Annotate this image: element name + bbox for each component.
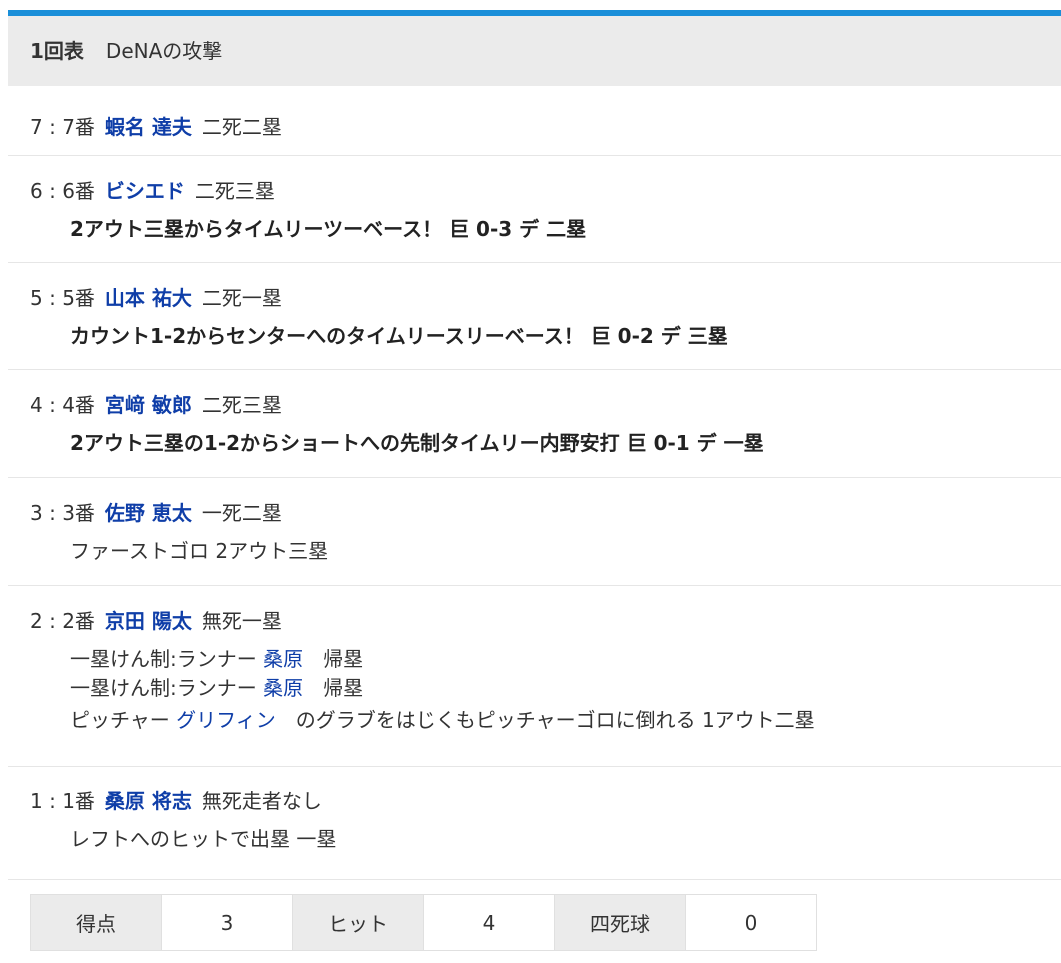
batting-order: 1番 bbox=[62, 789, 95, 813]
runner-status: 二死三塁 bbox=[201, 393, 282, 417]
pickoff-attempt: 一塁けん制:ランナー 桑原 帰塁 bbox=[30, 672, 1061, 704]
player-link[interactable]: 宮﨑 敏郎 bbox=[105, 393, 192, 417]
play-result: 2アウト三塁の1-2からショートへの先制タイムリー内野安打 巨 0-1 デ 一塁 bbox=[70, 431, 764, 455]
at-bat-number: 1 bbox=[30, 789, 43, 813]
at-bat-header: 7 : 7番 蝦名 達夫 二死二塁 bbox=[30, 115, 282, 139]
play-result: カウント1-2からセンターへのタイムリースリーベース！ 巨 0-2 デ 三塁 bbox=[70, 324, 728, 348]
at-bat-number: 5 bbox=[30, 286, 43, 310]
at-bat-header: 4 : 4番 宮﨑 敏郎 二死三塁 bbox=[30, 393, 282, 417]
table-row: 得点 3 ヒット 4 四死球 0 bbox=[30, 894, 817, 951]
player-link[interactable]: 京田 陽太 bbox=[105, 609, 192, 633]
runs-value: 3 bbox=[161, 894, 293, 951]
hits-label: ヒット bbox=[292, 894, 424, 951]
at-bat-header: 2 : 2番 京田 陽太 無死一塁 bbox=[30, 609, 282, 633]
player-link[interactable]: 桑原 将志 bbox=[105, 789, 192, 813]
runner-status: 二死一塁 bbox=[201, 286, 282, 310]
team-attack-label: DeNAの攻撃 bbox=[105, 39, 223, 63]
player-link[interactable]: 蝦名 達夫 bbox=[105, 115, 192, 139]
runner-status: 二死二塁 bbox=[201, 115, 282, 139]
play-text: 帰塁 bbox=[303, 647, 364, 671]
list-item: 4 : 4番 宮﨑 敏郎 二死三塁 2アウト三塁の1-2からショートへの先制タイムリ… bbox=[8, 370, 1061, 478]
player-link[interactable]: ビシエド bbox=[105, 179, 185, 203]
at-bat-header: 5 : 5番 山本 祐大 二死一塁 bbox=[30, 286, 282, 310]
hits-value: 4 bbox=[423, 894, 555, 951]
walks-value: 0 bbox=[685, 894, 817, 951]
runner-status: 二死三塁 bbox=[194, 179, 275, 203]
at-bat-number: 2 bbox=[30, 609, 43, 633]
play-result: ファーストゴロ 2アウト三塁 bbox=[70, 539, 329, 563]
play-result: レフトへのヒットで出塁 一塁 bbox=[70, 827, 337, 851]
list-item: 1 : 1番 桑原 将志 無死走者なし レフトへのヒットで出塁 一塁 bbox=[8, 767, 1061, 880]
runner-link[interactable]: 桑原 bbox=[263, 676, 303, 700]
batting-order: 5番 bbox=[62, 286, 95, 310]
inning-label: 1回表 bbox=[30, 39, 84, 63]
play-text: ピッチャー bbox=[70, 708, 177, 732]
list-item: 2 : 2番 京田 陽太 無死一塁 一塁けん制:ランナー 桑原 帰塁 一塁けん制:ラ… bbox=[8, 586, 1061, 767]
pickoff-attempt: 一塁けん制:ランナー 桑原 帰塁 bbox=[30, 646, 1061, 672]
inning-header: 1回表 DeNAの攻撃 bbox=[8, 16, 1061, 86]
play-text: 一塁けん制:ランナー bbox=[70, 647, 264, 671]
at-bat-number: 3 bbox=[30, 501, 43, 525]
inning-stats-table: 得点 3 ヒット 4 四死球 0 bbox=[30, 894, 817, 951]
batting-order: 3番 bbox=[62, 501, 95, 525]
at-bat-header: 6 : 6番 ビシエド 二死三塁 bbox=[30, 179, 275, 203]
player-link[interactable]: 山本 祐大 bbox=[105, 286, 192, 310]
runner-link[interactable]: 桑原 bbox=[263, 647, 303, 671]
at-bat-number: 7 bbox=[30, 115, 43, 139]
runner-status: 無死一塁 bbox=[201, 609, 282, 633]
play-result: 2アウト三塁からタイムリーツーベース！ 巨 0-3 デ 二塁 bbox=[70, 217, 587, 241]
batting-order: 7番 bbox=[62, 115, 95, 139]
at-bat-header: 1 : 1番 桑原 将志 無死走者なし bbox=[30, 789, 322, 813]
list-item: 5 : 5番 山本 祐大 二死一塁 カウント1-2からセンターへのタイムリースリーベ… bbox=[8, 263, 1061, 370]
runner-status: 無死走者なし bbox=[201, 789, 322, 813]
at-bat-header: 3 : 3番 佐野 恵太 一死二塁 bbox=[30, 501, 282, 525]
batting-order: 6番 bbox=[62, 179, 95, 203]
walks-label: 四死球 bbox=[554, 894, 686, 951]
list-item: 6 : 6番 ビシエド 二死三塁 2アウト三塁からタイムリーツーベース！ 巨 0-3… bbox=[8, 156, 1061, 263]
at-bat-number: 4 bbox=[30, 393, 43, 417]
play-text: 帰塁 bbox=[303, 676, 364, 700]
play-text: 一塁けん制:ランナー bbox=[70, 676, 264, 700]
batting-order: 4番 bbox=[62, 393, 95, 417]
list-item: 7 : 7番 蝦名 達夫 二死二塁 bbox=[8, 86, 1061, 156]
play-result: ピッチャー グリフィン のグラブをはじくもピッチャーゴロに倒れる 1アウト二塁 bbox=[30, 704, 1061, 736]
at-bat-number: 6 bbox=[30, 179, 43, 203]
batting-order: 2番 bbox=[62, 609, 95, 633]
player-link[interactable]: 佐野 恵太 bbox=[105, 501, 192, 525]
play-by-play-list: 7 : 7番 蝦名 達夫 二死二塁 6 : 6番 ビシエド 二死三塁 2アウト三塁からタ… bbox=[8, 86, 1061, 880]
runs-label: 得点 bbox=[30, 894, 162, 951]
play-text: のグラブをはじくもピッチャーゴロに倒れる 1アウト二塁 bbox=[275, 708, 815, 732]
runner-status: 一死二塁 bbox=[201, 501, 282, 525]
pitcher-link[interactable]: グリフィン bbox=[176, 708, 276, 732]
list-item: 3 : 3番 佐野 恵太 一死二塁 ファーストゴロ 2アウト三塁 bbox=[8, 478, 1061, 586]
